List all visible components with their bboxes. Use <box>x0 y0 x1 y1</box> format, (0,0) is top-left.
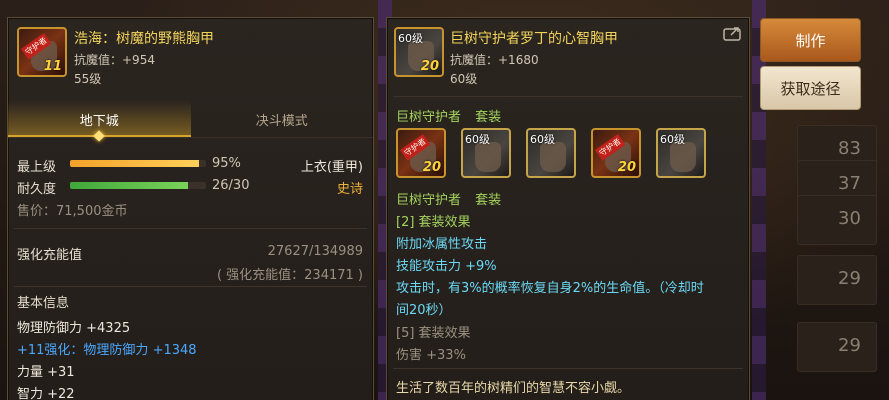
item-name: 巨树守护者罗丁的心智胸甲 <box>450 31 618 47</box>
set-effect-5-title: [5] 套装效果 <box>396 326 471 341</box>
magic-defense: 抗魔值：+954 <box>74 53 155 67</box>
item-level: 60级 <box>450 72 478 86</box>
enhance-total: ( 强化充能值：234171 ) <box>216 268 363 283</box>
icon-level: 60级 <box>398 32 423 45</box>
compare-item-icon[interactable]: 60级 20 <box>394 27 444 77</box>
background-slot: 30 <box>797 195 877 245</box>
icon-number: 20 <box>617 160 636 175</box>
compare-item-tooltip: 60级 20 巨树守护者罗丁的心智胸甲 抗魔值：+1680 60级 巨树守护者 … <box>386 17 750 400</box>
set-piece-icon[interactable]: 守护者 20 <box>396 128 446 178</box>
set-effect-2-title: [2] 套装效果 <box>396 215 471 230</box>
item-level: 55级 <box>74 72 102 86</box>
grade-label: 最上级 <box>17 160 57 175</box>
set-effects-header: 巨树守护者 套装 <box>396 189 739 208</box>
set-effect-line: 攻击时，有3%的概率恢复自身2%的生命值。（冷却时 <box>396 281 704 296</box>
set-effect-line: 附加冰属性攻击 <box>396 237 488 252</box>
stat-line: 力量 +31 <box>17 365 75 380</box>
equipped-item-icon[interactable]: 守护者 11 <box>17 27 67 77</box>
rarity: 史诗 <box>336 182 363 197</box>
mode-tabs: 地下城 决斗模式 <box>8 100 374 142</box>
divider <box>14 228 367 229</box>
divider <box>393 368 743 369</box>
stat-line-enhance: +11强化：物理防御力 +1348 <box>17 343 197 358</box>
enhance-number: 11 <box>43 59 62 74</box>
icon-number: 20 <box>422 160 441 175</box>
background-slot: 29 <box>797 255 877 305</box>
set-piece-icon[interactable]: 60级 <box>656 128 706 178</box>
grade-value: 95% <box>212 156 241 171</box>
set-effect-line: 技能攻击力 +9% <box>396 259 497 274</box>
enhance-label: 强化充能值 <box>17 248 83 263</box>
tab-indicator-icon <box>93 130 105 142</box>
source-button[interactable]: 获取途径 <box>760 66 861 110</box>
divider <box>393 96 743 97</box>
icon-level: 60级 <box>465 133 490 146</box>
enhance-value: 27627/134989 <box>267 244 363 259</box>
grade-bar-fill <box>70 160 200 167</box>
return-icon[interactable] <box>723 26 743 42</box>
durability-label: 耐久度 <box>17 182 57 197</box>
set-effect-line: 伤害 +33% <box>396 348 466 363</box>
icon-level: 60级 <box>530 133 555 146</box>
basic-info-title: 基本信息 <box>17 296 70 311</box>
grade-row: 最上级 95% 上衣(重甲) <box>17 156 363 175</box>
enhance-row: 强化充能值 27627/134989 <box>17 244 363 263</box>
set-name: 巨树守护者 <box>396 110 462 125</box>
set-name: 巨树守护者 <box>396 193 462 208</box>
set-piece-icon[interactable]: 守护者 20 <box>591 128 641 178</box>
tab-label: 地下城 <box>79 114 119 129</box>
set-tag: 套装 <box>475 193 502 208</box>
magic-defense: 抗魔值：+1680 <box>450 53 539 67</box>
sell-price: 售价：71,500金币 <box>17 204 128 219</box>
tab-dungeon[interactable]: 地下城 <box>8 100 191 142</box>
tab-label: 决斗模式 <box>255 114 308 129</box>
set-effect-line: 间20秒） <box>396 303 452 318</box>
flavor-text: 生活了数百年的树精们的智慧不容小觑。 <box>396 381 631 396</box>
grade-bar <box>70 160 206 167</box>
icon-level: 60级 <box>660 133 685 146</box>
stat-line: 智力 +22 <box>17 387 75 400</box>
set-tag: 套装 <box>475 110 502 125</box>
icon-number: 20 <box>420 59 439 74</box>
craft-button[interactable]: 制作 <box>760 18 861 62</box>
slot-type: 上衣(重甲) <box>300 160 363 175</box>
set-pieces: 守护者 20 60级 60级 守护者 20 60级 <box>396 128 706 178</box>
stat-line: 物理防御力 +4325 <box>17 321 131 336</box>
background-slot: 29 <box>797 322 877 372</box>
equipped-item-tooltip: 守护者 11 浩海：树魔的野熊胸甲 抗魔值：+954 55级 地下城 决斗模式 … <box>7 17 374 400</box>
durability-row: 耐久度 26/30 史诗 <box>17 178 363 197</box>
durability-value: 26/30 <box>212 178 250 193</box>
durability-bar <box>70 182 206 189</box>
tab-pvp[interactable]: 决斗模式 <box>191 100 374 137</box>
set-header: 巨树守护者 套装 <box>396 106 739 125</box>
durability-bar-fill <box>70 182 188 189</box>
set-piece-icon[interactable]: 60级 <box>461 128 511 178</box>
divider <box>14 286 367 287</box>
set-piece-icon[interactable]: 60级 <box>526 128 576 178</box>
item-name: 浩海：树魔的野熊胸甲 <box>74 31 214 47</box>
